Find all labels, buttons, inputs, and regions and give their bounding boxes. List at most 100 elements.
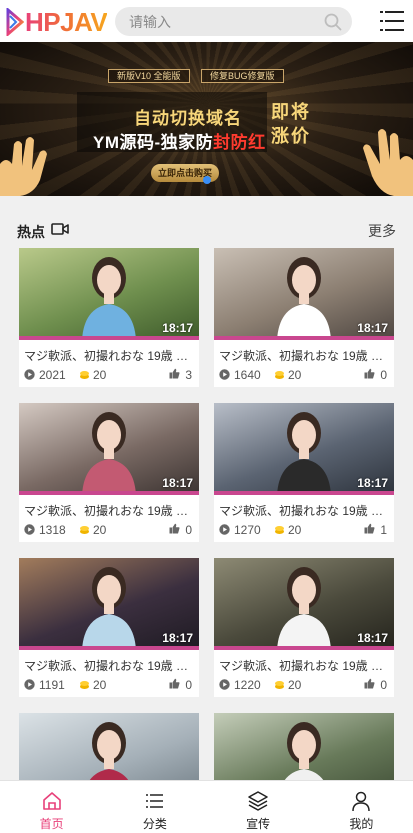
thumbnail-accent-strip (19, 491, 199, 495)
thumbnail-person (82, 412, 136, 495)
banner-side-text: 即将 涨价 (271, 102, 311, 146)
video-card[interactable]: 18:17 マジ軟派、初撮れおな 19歳 … 1191 20 0 (19, 558, 199, 697)
thumbnail-person (277, 257, 331, 340)
thumbs-up-icon (169, 678, 180, 689)
tab-promote[interactable]: 宣传 (207, 781, 310, 833)
view-count: 1270 (234, 523, 261, 537)
thumbnail-accent-strip (214, 646, 394, 650)
video-duration: 18:17 (162, 476, 193, 490)
video-title[interactable]: マジ軟派、初撮れおな 19歳 … (219, 502, 391, 519)
thumbs-up-icon (364, 368, 375, 379)
carousel-indicator[interactable] (203, 176, 211, 184)
video-thumbnail[interactable]: 18:17 (19, 558, 199, 650)
tab-category[interactable]: 分类 (103, 781, 206, 833)
video-thumbnail[interactable]: 18:17 (214, 248, 394, 340)
video-duration: 18:17 (357, 476, 388, 490)
play-count-icon (24, 369, 35, 380)
video-stats: 1270 20 1 (219, 523, 391, 537)
play-count-icon (219, 524, 230, 535)
logo-text: HPJAV (25, 6, 108, 37)
like-count: 0 (380, 678, 387, 692)
logo-mark-icon (6, 8, 24, 36)
left-hand-graphic (0, 137, 47, 196)
coin-cost: 20 (93, 368, 107, 382)
top-header: HPJAV (0, 0, 413, 42)
home-icon (42, 792, 61, 810)
video-title[interactable]: マジ軟派、初撮れおな 19歳 … (219, 657, 391, 674)
like-count: 0 (185, 678, 192, 692)
view-count: 1191 (39, 678, 65, 692)
video-camera-icon (51, 223, 69, 235)
coin-cost: 20 (93, 678, 107, 692)
user-icon (352, 791, 371, 812)
coin-icon (80, 371, 89, 379)
video-title[interactable]: マジ軟派、初撮れおな 19歳 … (24, 347, 196, 364)
layers-icon (248, 791, 268, 811)
tab-promote-label: 宣传 (246, 817, 271, 831)
thumbs-up-icon (169, 368, 180, 379)
video-title[interactable]: マジ軟派、初撮れおな 19歳 … (219, 347, 391, 364)
play-count-icon (24, 524, 35, 535)
video-duration: 18:17 (357, 631, 388, 645)
thumbnail-accent-strip (214, 491, 394, 495)
play-count-icon (219, 679, 230, 690)
section-title: 热点 (17, 224, 45, 240)
search-icon[interactable] (324, 13, 342, 31)
video-stats: 1318 20 0 (24, 523, 196, 537)
search-bar[interactable] (115, 7, 352, 36)
video-card[interactable]: 18:17 マジ軟派、初撮れおな 19歳 … 2021 20 3 (19, 248, 199, 387)
like-count: 0 (380, 368, 387, 382)
video-card[interactable]: 18:17 マジ軟派、初撮れおな 19歳 … 1220 20 0 (214, 558, 394, 697)
tab-mine-label: 我的 (349, 817, 374, 831)
video-title[interactable]: マジ軟派、初撮れおな 19歳 … (24, 657, 196, 674)
tab-category-label: 分类 (142, 817, 167, 831)
thumbnail-accent-strip (19, 646, 199, 650)
banner-tag-left: 新版V10 全能版 (108, 69, 190, 83)
view-count: 1640 (234, 368, 261, 382)
coin-icon (275, 526, 284, 534)
thumbs-up-icon (364, 523, 375, 534)
video-thumbnail[interactable]: 18:17 (214, 403, 394, 495)
video-duration: 18:17 (162, 321, 193, 335)
search-input[interactable] (129, 13, 324, 30)
view-count: 1220 (234, 678, 261, 692)
video-card[interactable]: 18:17 マジ軟派、初撮れおな 19歳 … 1318 20 0 (19, 403, 199, 542)
tab-home[interactable]: 首页 (0, 781, 103, 833)
coin-icon (80, 526, 89, 534)
coin-cost: 20 (288, 523, 302, 537)
coin-cost: 20 (288, 368, 302, 382)
video-title[interactable]: マジ軟派、初撮れおな 19歳 … (24, 502, 196, 519)
thumbnail-person (277, 567, 331, 650)
video-thumbnail[interactable]: 18:17 (19, 248, 199, 340)
tab-home-label: 首页 (39, 817, 64, 831)
hot-section-header: 热点 更多 (0, 214, 413, 244)
video-stats: 1640 20 0 (219, 368, 391, 382)
thumbnail-accent-strip (19, 336, 199, 340)
coin-icon (275, 681, 284, 689)
banner-subheadline: YM源码-独家防封防红 (93, 133, 266, 152)
video-card[interactable]: 18:17 マジ軟派、初撮れおな 19歳 … 1640 20 0 (214, 248, 394, 387)
video-stats: 1220 20 0 (219, 678, 391, 692)
thumbnail-person (277, 412, 331, 495)
video-stats: 1191 20 0 (24, 678, 196, 692)
tab-mine[interactable]: 我的 (310, 781, 413, 833)
list-icon (145, 794, 163, 808)
thumbnail-person (82, 257, 136, 340)
like-count: 3 (185, 368, 192, 382)
video-thumbnail[interactable]: 18:17 (19, 403, 199, 495)
thumbnail-person (82, 567, 136, 650)
play-count-icon (24, 679, 35, 690)
menu-list-icon[interactable] (380, 11, 404, 31)
video-stats: 2021 20 3 (24, 368, 196, 382)
video-card[interactable]: 18:17 マジ軟派、初撮れおな 19歳 … 1270 20 1 (214, 403, 394, 542)
site-logo[interactable]: HPJAV (6, 6, 108, 38)
thumbs-up-icon (169, 523, 180, 534)
coin-cost: 20 (288, 678, 302, 692)
play-count-icon (219, 369, 230, 380)
banner-tag-right: 修复BUG修复版 (201, 69, 284, 83)
coin-icon (80, 681, 89, 689)
banner-headline: 自动切换域名 (134, 109, 242, 128)
video-thumbnail[interactable]: 18:17 (214, 558, 394, 650)
promo-banner[interactable]: 新版V10 全能版 修复BUG修复版 自动切换域名 YM源码-独家防封防红 即将… (0, 42, 413, 196)
more-link[interactable]: 更多 (368, 221, 396, 241)
